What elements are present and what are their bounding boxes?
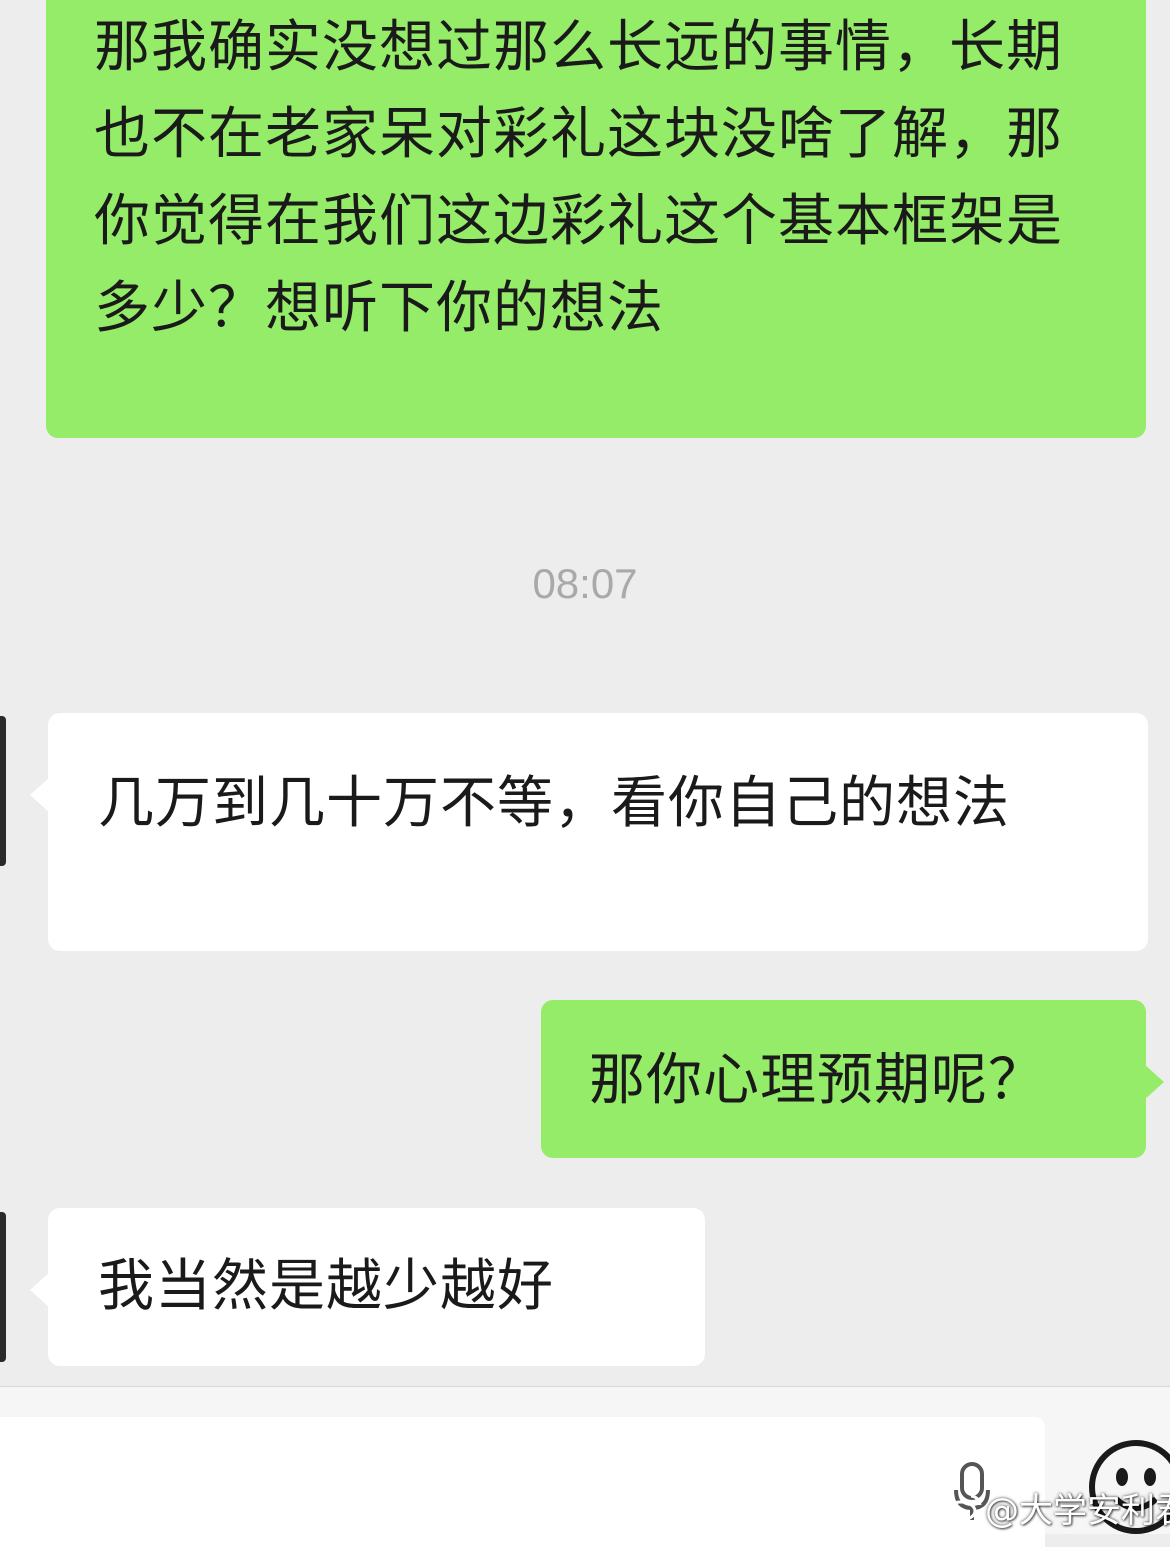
contact-avatar[interactable]	[0, 1212, 6, 1362]
outgoing-message-bubble[interactable]: 那我确实没想过那么长远的事情，长期也不在老家呆对彩礼这块没啥了解，那你觉得在我们…	[46, 0, 1146, 438]
incoming-message-bubble[interactable]: 几万到几十万不等，看你自己的想法	[30, 713, 1148, 951]
watermark-text: @大学安利君	[985, 1490, 1170, 1531]
chat-message-list[interactable]: 那我确实没想过那么长远的事情，长期也不在老家呆对彩礼这块没啥了解，那你觉得在我们…	[0, 0, 1170, 1386]
outgoing-message-bubble[interactable]: 那你心理预期呢？	[541, 1000, 1164, 1158]
message-input[interactable]	[0, 1417, 1045, 1547]
weibo-logo-icon	[945, 1494, 982, 1522]
message-timestamp: 08:07	[532, 560, 638, 607]
watermark: @大学安利君	[945, 1484, 1170, 1531]
incoming-message-bubble[interactable]: 我当然是越少越好	[30, 1208, 705, 1366]
contact-avatar[interactable]	[0, 716, 6, 866]
